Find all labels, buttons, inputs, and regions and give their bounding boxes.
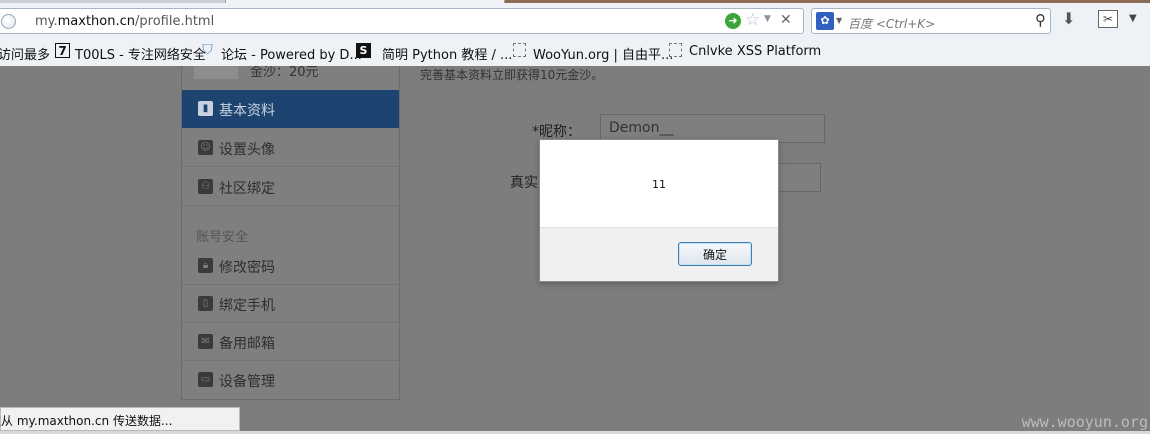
tools-site-icon: 7 bbox=[55, 43, 70, 58]
security-section-header: 账号安全 bbox=[196, 230, 249, 245]
address-url[interactable]: my.maxthon.cn/profile.html bbox=[35, 14, 214, 29]
status-text: 正从 my.maxthon.cn 传送数据... bbox=[0, 414, 173, 428]
site-globe-icon bbox=[1, 14, 16, 29]
sidebar-item-device-management[interactable]: ▭ 设备管理 bbox=[182, 361, 399, 399]
sidebar-item-change-password[interactable]: 🔒︎ 修改密码 bbox=[182, 247, 399, 285]
nickname-label: *昵称： bbox=[532, 124, 581, 140]
alert-footer: 确定 bbox=[540, 227, 778, 281]
realname-label: 真实 bbox=[510, 175, 538, 191]
sidebar-item-avatar[interactable]: ☺ 设置头像 bbox=[182, 129, 399, 167]
search-box[interactable]: ✿ ▼ 百度 <Ctrl+K> ⚲ bbox=[811, 8, 1051, 34]
sidebar-item-label: 备用邮箱 bbox=[219, 336, 275, 352]
id-card-icon: ▮ bbox=[198, 101, 213, 116]
shield-icon: ⛉ bbox=[202, 42, 213, 58]
people-icon: ⚇ bbox=[198, 179, 213, 194]
status-bar: 正从 my.maxthon.cn 传送数据... bbox=[0, 407, 240, 431]
sidebar-item-label: 基本资料 bbox=[219, 103, 275, 119]
bookmark-wooyun[interactable]: WooYun.org | 自由平... bbox=[533, 44, 673, 63]
sidebar-item-backup-email[interactable]: ✉ 备用邮箱 bbox=[182, 323, 399, 361]
bookmark-star-icon[interactable]: ☆ bbox=[745, 10, 760, 30]
sidebar-item-basic-info[interactable]: ▮ 基本资料 bbox=[182, 90, 399, 128]
bookmark-python-tutorial[interactable]: 简明 Python 教程 / ... bbox=[382, 44, 512, 63]
blank-page-icon bbox=[513, 43, 526, 57]
profile-tip: 完善基本资料立即获得10元金沙。 bbox=[420, 68, 604, 82]
address-bar[interactable]: my.maxthon.cn/profile.html ➜ ☆ ▼ ✕ bbox=[0, 8, 804, 34]
alert-dialog: 11 确定 bbox=[539, 139, 779, 282]
bookmark-t00ls[interactable]: T00LS - 专注网络安全 bbox=[75, 44, 206, 63]
mail-icon: ✉ bbox=[198, 334, 213, 349]
alert-message: 11 bbox=[652, 178, 666, 191]
sidebar-item-bind-phone[interactable]: ▯ 绑定手机 bbox=[182, 285, 399, 323]
sidebar-item-label: 修改密码 bbox=[219, 260, 275, 276]
phone-icon: ▯ bbox=[198, 296, 213, 311]
ok-button[interactable]: 确定 bbox=[678, 242, 752, 266]
bookmarks-bar: 访问最多 7 T00LS - 专注网络安全 ⛉ 论坛 - Powered by … bbox=[0, 40, 1150, 64]
browser-chrome: my.maxthon.cn/profile.html ➜ ☆ ▼ ✕ ✿ ▼ 百… bbox=[0, 0, 1150, 66]
search-placeholder[interactable]: 百度 <Ctrl+K> bbox=[848, 15, 935, 32]
watermark: www.wooyun.org bbox=[1021, 413, 1148, 431]
menu-dropdown-icon[interactable]: ▼ bbox=[1129, 13, 1137, 24]
history-dropdown-icon[interactable]: ▼ bbox=[764, 14, 771, 24]
baidu-paw-icon[interactable]: ✿ bbox=[816, 12, 834, 30]
tab-strip bbox=[0, 0, 1150, 3]
engine-dropdown-icon[interactable]: ▼ bbox=[836, 16, 842, 25]
lock-icon: 🔒︎ bbox=[198, 258, 213, 273]
sidebar-item-community[interactable]: ⚇ 社区绑定 bbox=[182, 168, 399, 206]
search-icon[interactable]: ⚲ bbox=[1035, 11, 1046, 29]
sidebar-item-label: 设置头像 bbox=[219, 142, 275, 158]
sidebar-item-label: 设备管理 bbox=[219, 374, 275, 390]
stop-icon[interactable]: ✕ bbox=[780, 12, 792, 28]
bookmark-most-visited[interactable]: 访问最多 bbox=[0, 44, 50, 63]
screenshot-tool-icon[interactable]: ✂ bbox=[1098, 10, 1118, 28]
s-site-icon: S bbox=[356, 43, 371, 58]
sidebar-item-label: 社区绑定 bbox=[219, 181, 275, 197]
sidebar-item-label: 绑定手机 bbox=[219, 298, 275, 314]
download-icon[interactable]: ⬇ bbox=[1062, 9, 1075, 28]
go-arrow-icon[interactable]: ➜ bbox=[725, 13, 741, 29]
bookmark-xss-platform[interactable]: Cnlvke XSS Platform bbox=[689, 44, 821, 59]
tab-strip-background bbox=[505, 0, 1150, 3]
bookmark-forum[interactable]: 论坛 - Powered by D... bbox=[221, 44, 362, 63]
smiley-icon: ☺ bbox=[198, 140, 213, 155]
active-tab[interactable] bbox=[225, 0, 505, 3]
account-sidebar: 金沙：20元 ▮ 基本资料 ☺ 设置头像 ⚇ 社区绑定 账号安全 🔒︎ 修改密码… bbox=[181, 50, 400, 400]
device-icon: ▭ bbox=[198, 372, 213, 387]
blank-page-icon bbox=[669, 43, 682, 57]
